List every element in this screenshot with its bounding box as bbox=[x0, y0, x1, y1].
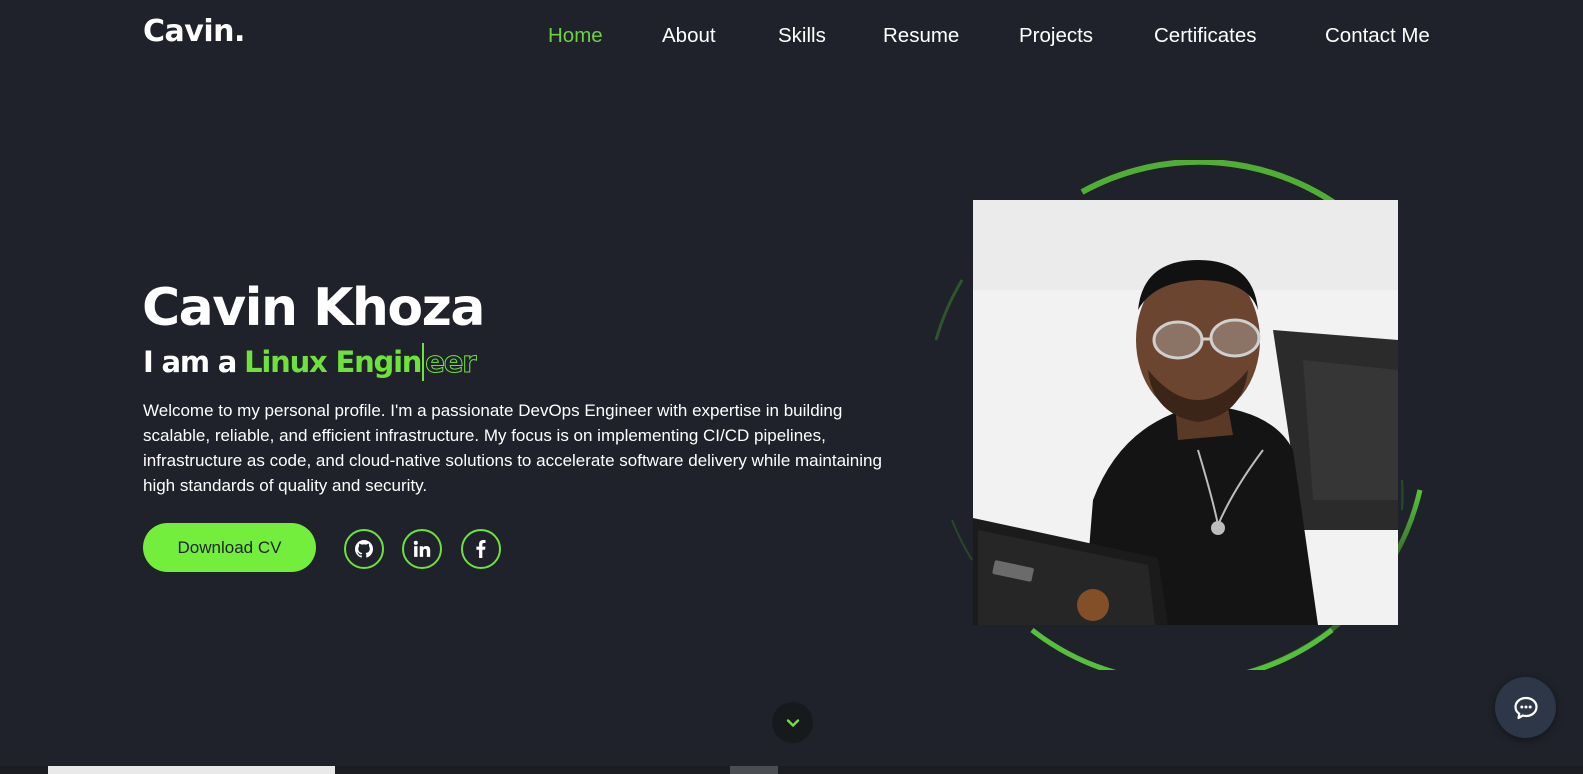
facebook-icon bbox=[476, 540, 486, 558]
github-icon bbox=[355, 540, 373, 558]
nav-certificates[interactable]: Certificates bbox=[1154, 24, 1257, 48]
nav-projects[interactable]: Projects bbox=[1019, 24, 1093, 48]
scroll-down-button[interactable] bbox=[772, 702, 813, 743]
hero-name: Cavin Khoza bbox=[142, 278, 486, 338]
main-nav: Home About Skills Resume Projects Certif… bbox=[0, 24, 1583, 50]
profile-photo-image bbox=[973, 200, 1398, 625]
nav-contact[interactable]: Contact Me bbox=[1325, 24, 1430, 48]
typed-role: Linux Engin bbox=[244, 345, 422, 379]
typed-role-ghost: eer bbox=[425, 345, 477, 380]
portfolio-page: Cavin. Home About Skills Resume Projects… bbox=[0, 0, 1583, 774]
tagline-prefix: I am a bbox=[143, 345, 237, 379]
chat-icon bbox=[1513, 696, 1538, 719]
nav-resume[interactable]: Resume bbox=[883, 24, 959, 48]
facebook-link[interactable] bbox=[461, 529, 501, 569]
download-cv-button[interactable]: Download CV bbox=[143, 523, 316, 572]
chat-button[interactable] bbox=[1495, 677, 1556, 738]
bottom-strip-panel bbox=[48, 766, 335, 774]
typing-cursor bbox=[422, 343, 425, 381]
linkedin-icon bbox=[413, 540, 431, 557]
hero-tagline: I am a Linux Engin eer bbox=[143, 343, 477, 381]
chevron-down-icon bbox=[786, 718, 799, 727]
nav-home[interactable]: Home bbox=[548, 24, 603, 48]
profile-photo bbox=[973, 200, 1398, 625]
bottom-strip-block bbox=[730, 766, 778, 774]
linkedin-link[interactable] bbox=[402, 529, 442, 569]
nav-about[interactable]: About bbox=[662, 24, 716, 48]
nav-skills[interactable]: Skills bbox=[778, 24, 826, 48]
github-link[interactable] bbox=[344, 529, 384, 569]
hero-bio: Welcome to my personal profile. I'm a pa… bbox=[143, 401, 882, 495]
